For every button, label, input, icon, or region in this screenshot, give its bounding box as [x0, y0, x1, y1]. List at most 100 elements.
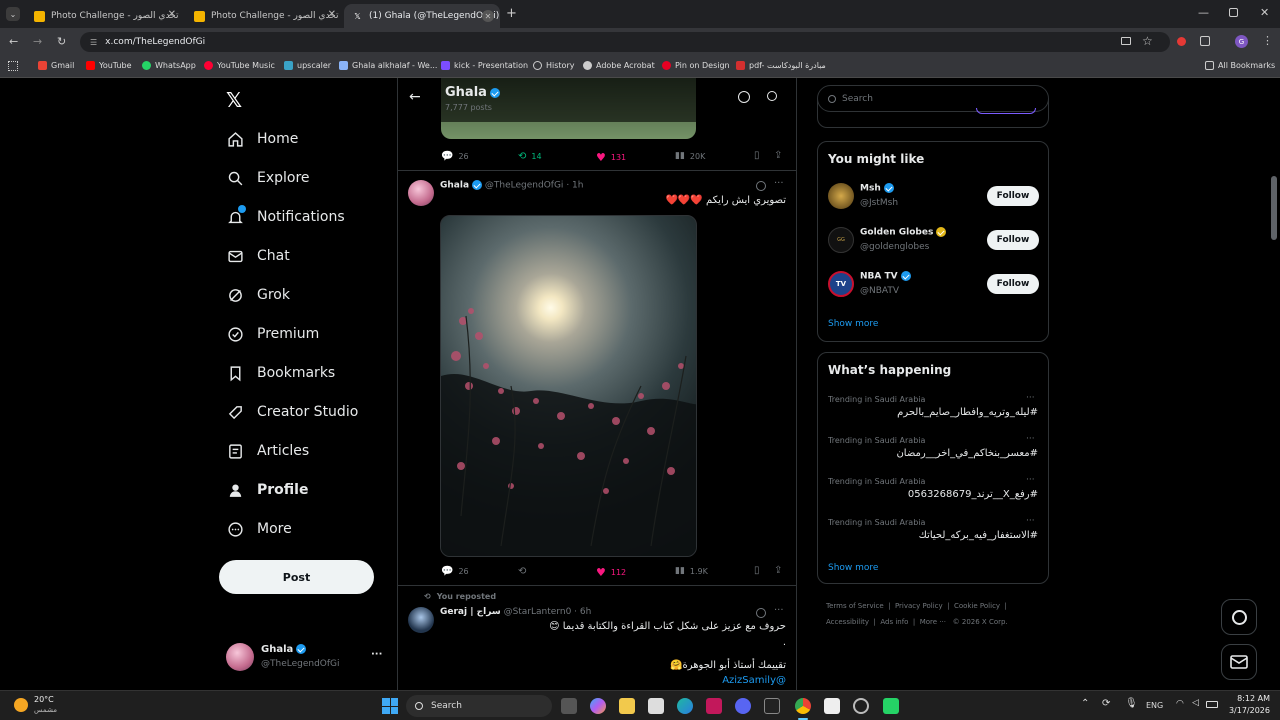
nav-profile[interactable]: Profile [226, 481, 308, 499]
nav-chat[interactable]: Chat [226, 247, 290, 265]
close-icon[interactable]: ✕ [168, 9, 176, 20]
nav-home[interactable]: Home [226, 130, 298, 148]
show-more-link[interactable]: Show more [828, 319, 878, 329]
capcut-icon[interactable] [764, 698, 780, 714]
footer-link[interactable]: Privacy Policy [895, 602, 943, 610]
grok-icon[interactable] [756, 181, 766, 191]
file-explorer-icon[interactable] [619, 698, 635, 714]
more-dots-icon[interactable]: ··· [1026, 516, 1035, 526]
search-icon[interactable] [767, 91, 777, 101]
repost-button[interactable]: ⟲ [518, 566, 526, 577]
cast-icon[interactable] [1121, 37, 1131, 45]
settings-icon[interactable] [853, 698, 869, 714]
address-bar[interactable]: ☰ x.com/TheLegendOfGi [80, 32, 1170, 52]
all-bookmarks[interactable]: All Bookmarks [1205, 61, 1275, 70]
extensions-icon[interactable] [1200, 36, 1210, 46]
footer-link[interactable]: Accessibility [826, 618, 869, 626]
post-handle[interactable]: @StarLantern0 [504, 607, 572, 617]
repost-button[interactable]: ⟲ 14 [518, 151, 542, 162]
profile-avatar[interactable]: G [1235, 35, 1248, 48]
like-button[interactable]: ♥ 131 [596, 151, 626, 164]
bookmark-gmail[interactable]: Gmail [38, 61, 74, 70]
trend-topic[interactable]: #رفع_X__ترند_0563268679 [828, 489, 1038, 500]
post-author[interactable]: Geraj | سراج [440, 607, 501, 617]
more-dots-icon[interactable]: ··· [1026, 393, 1035, 403]
account-switcher[interactable]: Ghala @TheLegendOfGi ··· [226, 641, 386, 673]
trend-topic[interactable]: #ليله_وتريه_وافطار_صايم_بالحرم [828, 407, 1038, 418]
share-button[interactable]: ⇪ [774, 565, 782, 576]
whatsapp-icon[interactable] [883, 698, 899, 714]
site-info-icon[interactable]: ☰ [90, 38, 97, 47]
task-view-icon[interactable] [561, 698, 577, 714]
store-icon[interactable] [648, 698, 664, 714]
bookmark-history[interactable]: History [533, 61, 574, 70]
x-logo-icon[interactable]: 𝕏 [226, 88, 242, 112]
messages-floating-button[interactable] [1221, 644, 1257, 680]
bookmark-youtube-music[interactable]: YouTube Music [204, 61, 275, 70]
close-icon[interactable]: ✕ [482, 10, 494, 22]
nav-creator-studio[interactable]: Creator Studio [226, 403, 358, 421]
post-author[interactable]: Ghala [440, 181, 469, 191]
post-time[interactable]: · 6h [574, 607, 591, 617]
suggestion-name[interactable]: NBA TV [860, 272, 898, 282]
back-arrow-icon[interactable]: ← [409, 89, 421, 105]
bookmark-pdf[interactable]: pdf- مبادرة البودكاست [736, 61, 826, 70]
like-button[interactable]: ♥ 112 [596, 566, 626, 579]
more-dots-icon[interactable]: ··· [371, 649, 382, 660]
notepad-icon[interactable] [824, 698, 840, 714]
grok-floating-button[interactable] [1221, 599, 1257, 635]
menu-icon[interactable]: ⋮ [1262, 34, 1273, 47]
suggestion-name[interactable]: Msh [860, 184, 881, 194]
bookmark-pinterest[interactable]: Pin on Design [662, 61, 730, 70]
bookmark-youtube[interactable]: YouTube [86, 61, 132, 70]
post-time[interactable]: · 1h [566, 181, 583, 191]
views-button[interactable]: ▮▮ 20K [675, 151, 705, 161]
volume-icon[interactable]: ◁ [1192, 698, 1199, 708]
sync-icon[interactable]: ⟳ [1102, 698, 1110, 709]
forward-icon[interactable]: → [33, 35, 42, 48]
nav-notifications[interactable]: Notifications [226, 205, 345, 226]
post-avatar[interactable] [408, 607, 434, 633]
clock-time[interactable]: 8:12 AM [1226, 694, 1270, 703]
follow-button[interactable]: Follow [987, 274, 1039, 294]
grok-icon[interactable] [738, 91, 750, 103]
bookmark-star-icon[interactable]: ☆ [1142, 34, 1153, 48]
language-indicator[interactable]: ENG [1146, 701, 1163, 710]
more-dots-icon[interactable]: ··· [774, 178, 784, 189]
nav-grok[interactable]: Grok [226, 286, 290, 304]
edge-icon[interactable] [677, 698, 693, 714]
suggestion-avatar[interactable]: GG [828, 227, 854, 253]
views-button[interactable]: ▮▮ 1.9K [675, 566, 708, 576]
suggestion-avatar[interactable] [828, 183, 854, 209]
post-image[interactable] [440, 215, 697, 557]
bookmark-button[interactable]: ▯ [754, 150, 760, 161]
scrollbar[interactable] [1271, 176, 1277, 240]
more-dots-icon[interactable]: ··· [1026, 475, 1035, 485]
more-dots-icon[interactable]: ··· [774, 605, 784, 616]
close-window-button[interactable]: ✕ [1260, 6, 1269, 19]
start-button[interactable] [382, 698, 398, 714]
tab-x-profile[interactable]: 𝕏 (1) Ghala (@TheLegendOfGi) / ✕ [344, 4, 500, 28]
mention-link[interactable]: @AzizSamily [440, 675, 786, 686]
bookmark-ghala[interactable]: Ghala alkhalaf - We... [339, 61, 437, 70]
post-button[interactable]: Post [219, 560, 374, 594]
microphone-icon[interactable]: 🎙 [1125, 698, 1138, 709]
weather-widget[interactable]: 20°C مشمس [12, 695, 92, 717]
extension-icon[interactable] [1177, 37, 1186, 46]
footer-link[interactable]: More ··· [920, 618, 946, 626]
taskbar-search[interactable]: Search [406, 695, 552, 717]
footer-link[interactable]: Ads info [880, 618, 908, 626]
bookmark-kick[interactable]: kick - Presentation [441, 61, 528, 70]
battery-icon[interactable] [1206, 701, 1218, 708]
nav-premium[interactable]: Premium [226, 325, 319, 343]
close-icon[interactable]: ✕ [328, 9, 336, 20]
trend-topic[interactable]: #معسر_بنخاكم_في_اخر__رمضان [828, 448, 1038, 459]
nav-articles[interactable]: Articles [226, 442, 309, 460]
reply-button[interactable]: 💬 26 [441, 566, 469, 577]
apps-icon[interactable] [8, 61, 18, 71]
bookmark-button[interactable]: ▯ [754, 565, 760, 576]
suggestion-avatar[interactable]: TV [828, 271, 854, 297]
bookmark-whatsapp[interactable]: WhatsApp [142, 61, 196, 70]
tab-photo-challenge-2[interactable]: Photo Challenge - تحدي الصور ✕ [186, 4, 342, 28]
footer-link[interactable]: Terms of Service [826, 602, 884, 610]
